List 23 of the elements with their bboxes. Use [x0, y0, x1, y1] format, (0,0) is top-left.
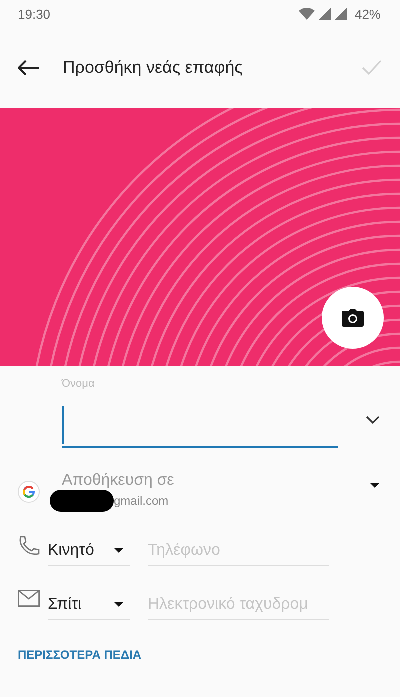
name-input-field[interactable] — [62, 404, 338, 448]
name-label: Όνομα — [62, 378, 96, 392]
envelope-icon — [18, 590, 40, 607]
dropdown-triangle-icon[interactable] — [370, 482, 380, 488]
type-dropdown[interactable]: Κινητό — [48, 536, 130, 566]
account-label: Αποθήκευση σε — [62, 472, 176, 490]
back-arrow-icon[interactable] — [18, 60, 40, 76]
status-time: 19:30 — [18, 6, 51, 22]
type-dropdown[interactable]: Σπίτι — [48, 590, 130, 620]
redaction-mark — [50, 490, 114, 512]
phone-icon — [18, 536, 40, 556]
expand-chevron-icon[interactable] — [366, 416, 380, 424]
wifi-icon — [298, 8, 315, 20]
account-email: gmail.com — [114, 494, 169, 508]
more-fields-button[interactable]: ΠΕΡΙΣΣΟΤΕΡΑ ΠΕΔΙΑ — [18, 648, 142, 662]
dropdown-triangle-icon — [114, 602, 124, 607]
battery-level: 42% — [354, 6, 381, 22]
signal-icon — [318, 8, 331, 20]
screen-title: Προσθήκη νεάς επαφής — [63, 58, 244, 78]
dropdown-triangle-icon — [114, 548, 124, 553]
google-logo-icon — [18, 481, 40, 503]
camera-icon — [342, 309, 364, 327]
signal-icon — [334, 8, 347, 20]
